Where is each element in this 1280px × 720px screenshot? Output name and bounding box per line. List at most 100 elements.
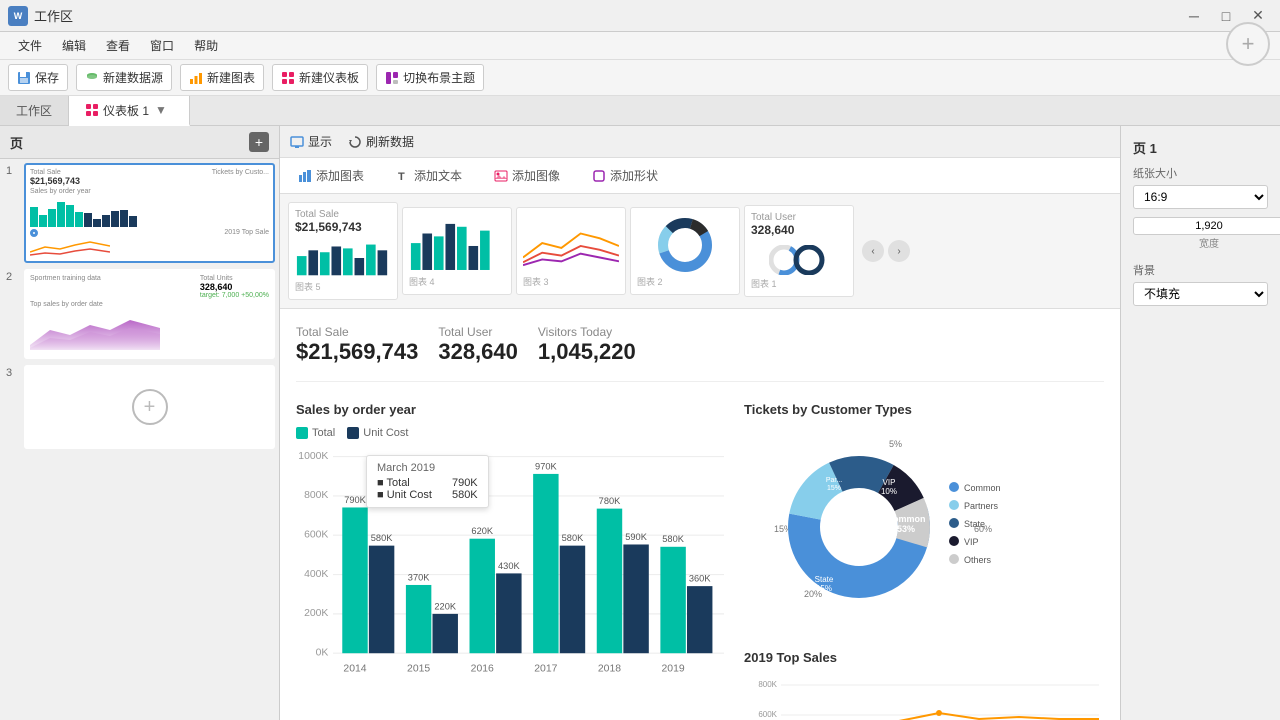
width-input[interactable]	[1133, 217, 1280, 235]
svg-text:2017: 2017	[534, 664, 557, 675]
svg-text:430K: 430K	[498, 561, 520, 571]
top-sales-title: 2019 Top Sales	[744, 650, 1104, 665]
display-icon	[290, 135, 304, 149]
page-item-2: 2 Sportmen training data Total Units 328…	[4, 269, 275, 359]
svg-text:0K: 0K	[316, 648, 329, 659]
chart1-title: Total User	[751, 212, 847, 223]
sales-chart-title: Sales by order year	[296, 402, 724, 417]
chart-thumb-1[interactable]: Total User 328,640 图表 1	[744, 205, 854, 297]
bar-chart-svg: 1000K 800K 600K 400K 200K 0K	[296, 445, 724, 699]
background-label: 背景	[1133, 262, 1268, 278]
save-icon	[17, 71, 31, 85]
chart-thumb-4[interactable]: 图表 4	[402, 207, 512, 295]
menu-window[interactable]: 窗口	[140, 35, 184, 56]
right-charts: Tickets by Customer Types 5% 60% 20% 15%	[744, 402, 1104, 720]
toolbar: 保存 新建数据源 新建图表 新建仪表板 切换布景主题	[0, 60, 1280, 96]
svg-text:790K: 790K	[344, 495, 366, 505]
stat-total-user-label: Total User	[438, 325, 518, 339]
add-circle-button[interactable]: +	[1226, 22, 1270, 66]
svg-text:580K: 580K	[371, 533, 393, 543]
add-chart-button[interactable]: 添加图表	[290, 163, 372, 188]
chart-thumb-3[interactable]: 图表 3	[516, 207, 626, 295]
display-button[interactable]: 显示	[290, 133, 332, 150]
svg-text:2018: 2018	[598, 664, 621, 675]
top-sales-section: 2019 Top Sales 800K 600K 400K 200K 0K	[744, 650, 1104, 720]
svg-text:2019: 2019	[662, 664, 685, 675]
width-label: 宽度	[1133, 235, 1280, 250]
app-title: 工作区	[34, 6, 1180, 25]
menu-view[interactable]: 查看	[96, 35, 140, 56]
add-text-button[interactable]: T 添加文本	[388, 163, 470, 188]
menu-file[interactable]: 文件	[8, 35, 52, 56]
new-datasource-button[interactable]: 新建数据源	[76, 64, 172, 91]
action-bar: 显示 刷新数据	[280, 126, 1120, 158]
refresh-icon	[348, 135, 362, 149]
stat-visitors-label: Visitors Today	[538, 325, 636, 339]
svg-text:Common: Common	[887, 514, 926, 524]
svg-text:800K: 800K	[304, 490, 328, 501]
dashboard-icon	[281, 71, 295, 85]
chart4-label: 图表 4	[409, 275, 505, 288]
add-page-button[interactable]: +	[249, 132, 269, 152]
chart1-label: 图表 1	[751, 277, 847, 290]
background-select[interactable]: 不填充 纯色 渐变	[1133, 282, 1268, 306]
tab-dropdown-arrow[interactable]: ▼	[149, 103, 173, 117]
new-dashboard-button[interactable]: 新建仪表板	[272, 64, 368, 91]
chart5-title: Total Sale	[295, 209, 391, 220]
tab-dashboard[interactable]: 仪表板 1 ▼	[69, 96, 190, 126]
page-thumb-2-content: Sportmen training data Total Units 328,6…	[26, 271, 273, 357]
svg-text:15%: 15%	[827, 485, 841, 492]
chart-next-button[interactable]: ›	[888, 240, 910, 262]
window-controls: ─ □ ✕	[1180, 5, 1272, 27]
save-button[interactable]: 保存	[8, 64, 68, 91]
refresh-button[interactable]: 刷新数据	[348, 133, 414, 150]
page-item-1: 1 Total Sale $21,569,743 Tickets by Cust…	[4, 163, 275, 263]
stat-visitors: Visitors Today 1,045,220	[538, 325, 636, 365]
legend-total: Total	[296, 427, 335, 439]
menu-help[interactable]: 帮助	[184, 35, 228, 56]
background-section: 背景 不填充 纯色 渐变	[1133, 262, 1268, 306]
svg-text:Par...: Par...	[826, 477, 842, 484]
page-thumb-3-content: +	[26, 367, 273, 447]
dimensions-wrapper: 宽度 高度	[1133, 217, 1268, 250]
svg-text:2015: 2015	[407, 664, 430, 675]
chart-thumb-2[interactable]: 图表 2	[630, 207, 740, 295]
pie-svg-wrapper: 5% 60% 20% 15%	[744, 427, 1024, 630]
svg-text:State: State	[815, 575, 834, 584]
page-thumb-1[interactable]: Total Sale $21,569,743 Tickets by Custo.…	[24, 163, 275, 263]
add-image-button[interactable]: 添加图像	[486, 163, 568, 188]
svg-text:2016: 2016	[471, 664, 494, 675]
chart-thumb-5[interactable]: Total Sale $21,569,743 图表 5	[288, 202, 398, 300]
maximize-button[interactable]: □	[1212, 5, 1240, 27]
page-thumb-3[interactable]: +	[24, 365, 275, 449]
chart-icon	[189, 71, 203, 85]
sidebar-header: 页 +	[0, 126, 279, 159]
svg-text:5%: 5%	[889, 439, 902, 449]
svg-text:2014: 2014	[343, 664, 366, 675]
page-thumb-2[interactable]: Sportmen training data Total Units 328,6…	[24, 269, 275, 359]
chart-prev-button[interactable]: ‹	[862, 240, 884, 262]
right-panel: 页 1 纸张大小 16:9 4:3 A4 宽度 高度	[1120, 126, 1280, 720]
paper-size-select[interactable]: 16:9 4:3 A4	[1133, 185, 1268, 209]
tab-workspace[interactable]: 工作区	[0, 96, 69, 125]
svg-text:10%: 10%	[881, 487, 897, 496]
svg-text:780K: 780K	[599, 496, 621, 506]
minimize-button[interactable]: ─	[1180, 5, 1208, 27]
pie-container: 5% 60% 20% 15%	[744, 427, 1104, 630]
svg-text:VIP: VIP	[883, 478, 896, 487]
pie-chart-svg: 5% 60% 20% 15%	[744, 427, 1024, 627]
page-list: 1 Total Sale $21,569,743 Tickets by Cust…	[0, 159, 279, 720]
chart-nav-buttons: ‹ ›	[862, 240, 910, 262]
tooltip-total-row: ■ Total 790K	[377, 477, 478, 489]
switch-theme-button[interactable]: 切换布景主题	[376, 64, 484, 91]
chart2-label: 图表 2	[637, 275, 733, 288]
page-number-2: 2	[4, 269, 18, 359]
new-chart-button[interactable]: 新建图表	[180, 64, 264, 91]
menu-edit[interactable]: 编辑	[52, 35, 96, 56]
legend-unit-cost: Unit Cost	[347, 427, 408, 439]
page-number-3: 3	[4, 365, 18, 449]
svg-text:590K: 590K	[625, 532, 647, 542]
add-shape-icon	[592, 169, 606, 183]
tooltip-date: March 2019	[377, 462, 478, 474]
add-shape-button[interactable]: 添加形状	[584, 163, 666, 188]
